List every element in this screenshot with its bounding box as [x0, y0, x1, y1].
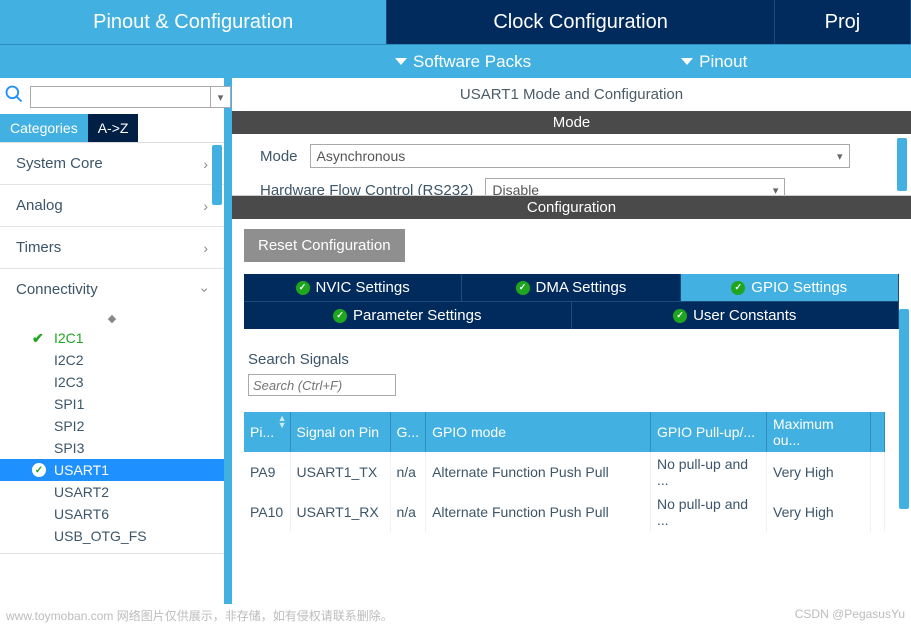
list-item-i2c1[interactable]: ✔I2C1 — [0, 327, 224, 349]
col-signal[interactable]: Signal on Pin — [290, 412, 390, 452]
search-dropdown-button[interactable]: ▾ — [210, 87, 230, 107]
col-pull[interactable]: GPIO Pull-up/... — [651, 412, 767, 452]
list-item-usart1[interactable]: ✓USART1 — [0, 459, 224, 481]
col-extra[interactable] — [871, 412, 885, 452]
check-icon: ✓ — [32, 463, 46, 477]
tab-user-constants[interactable]: ✓User Constants — [572, 301, 900, 329]
list-item-i2c3[interactable]: I2C3 — [0, 371, 224, 393]
chevron-down-icon: ▾ — [773, 184, 779, 197]
list-item-spi2[interactable]: SPI2 — [0, 415, 224, 437]
list-item-usart2[interactable]: USART2 — [0, 481, 224, 503]
connectivity-list: ◆ ✔I2C1 I2C2 I2C3 SPI1 SPI2 SPI3 ✓USART1… — [0, 310, 224, 553]
list-item-spi1[interactable]: SPI1 — [0, 393, 224, 415]
watermark-footer: www.toymoban.com 网络图片仅供展示，非存储，如有侵权请联系删除。… — [6, 607, 905, 624]
mode-select[interactable]: Asynchronous ▾ — [310, 144, 850, 168]
tab-clock-config[interactable]: Clock Configuration — [387, 0, 774, 44]
watermark-right: CSDN @PegasusYu — [795, 607, 905, 624]
tab-dma-settings[interactable]: ✓DMA Settings — [462, 274, 680, 301]
chevron-right-icon: › — [203, 240, 208, 256]
right-panel: USART1 Mode and Configuration Mode Mode … — [232, 78, 911, 604]
pinout-menu[interactable]: Pinout — [681, 52, 747, 72]
mode-select-value: Asynchronous — [317, 148, 406, 164]
config-scrollbar[interactable] — [899, 309, 909, 509]
tab-pinout-config[interactable]: Pinout & Configuration — [0, 0, 387, 44]
check-icon: ✓ — [673, 309, 687, 323]
group-system-core[interactable]: System Core› — [0, 143, 224, 184]
tab-a-to-z[interactable]: A->Z — [88, 114, 139, 142]
check-icon: ✓ — [731, 281, 745, 295]
left-panel: ▾ Categories A->Z System Core› Analog› T… — [0, 78, 232, 604]
search-signals-label: Search Signals — [248, 351, 899, 368]
col-pin[interactable]: Pi...▲▼ — [244, 412, 290, 452]
software-packs-label: Software Packs — [413, 52, 531, 72]
tab-project[interactable]: Proj — [775, 0, 911, 44]
mode-section-header: Mode — [232, 111, 911, 134]
col-gpio-out[interactable]: G... — [390, 412, 426, 452]
hw-flow-value: Disable — [492, 182, 539, 196]
check-icon: ✓ — [333, 309, 347, 323]
list-item-spi3[interactable]: SPI3 — [0, 437, 224, 459]
peripheral-search-input[interactable] — [31, 87, 210, 107]
check-icon: ✓ — [296, 281, 310, 295]
reset-configuration-button[interactable]: Reset Configuration — [244, 229, 405, 262]
collapse-icon[interactable]: ◆ — [0, 312, 224, 327]
tab-categories[interactable]: Categories — [0, 114, 88, 142]
list-item-usart6[interactable]: USART6 — [0, 503, 224, 525]
top-tabs: Pinout & Configuration Clock Configurati… — [0, 0, 911, 44]
check-icon: ✔ — [32, 330, 44, 347]
tab-nvic-settings[interactable]: ✓NVIC Settings — [244, 274, 462, 301]
search-icon[interactable] — [4, 84, 24, 110]
check-icon: ✓ — [516, 281, 530, 295]
table-row[interactable]: PA9 USART1_TX n/a Alternate Function Pus… — [244, 452, 885, 492]
chevron-down-icon — [681, 58, 693, 65]
search-signals-input[interactable] — [248, 374, 396, 396]
chevron-down-icon: › — [198, 287, 214, 292]
panel-title: USART1 Mode and Configuration — [232, 78, 911, 111]
list-item-usb-otg-fs[interactable]: USB_OTG_FS — [0, 525, 224, 547]
software-packs-menu[interactable]: Software Packs — [395, 52, 531, 72]
watermark-left: www.toymoban.com 网络图片仅供展示，非存储，如有侵权请联系删除。 — [6, 607, 393, 624]
chevron-right-icon: › — [203, 156, 208, 172]
peripheral-search-box: ▾ — [30, 86, 231, 108]
chevron-down-icon: ▾ — [837, 150, 843, 163]
config-section-header: Configuration — [232, 196, 911, 219]
list-item-i2c2[interactable]: I2C2 — [0, 349, 224, 371]
tab-gpio-settings[interactable]: ✓GPIO Settings — [681, 274, 899, 301]
mode-label: Mode — [260, 148, 298, 165]
tab-parameter-settings[interactable]: ✓Parameter Settings — [244, 301, 572, 329]
group-connectivity[interactable]: Connectivity› — [0, 269, 224, 310]
hw-flow-select[interactable]: Disable ▾ — [485, 178, 785, 196]
left-scrollbar[interactable] — [212, 145, 222, 205]
gpio-table: Pi...▲▼ Signal on Pin G... GPIO mode GPI… — [244, 412, 885, 532]
chevron-down-icon — [395, 58, 407, 65]
sub-toolbar: Software Packs Pinout — [0, 44, 911, 78]
group-analog[interactable]: Analog› — [0, 185, 224, 226]
mode-scrollbar[interactable] — [897, 138, 907, 191]
group-timers[interactable]: Timers› — [0, 227, 224, 268]
col-gpio-mode[interactable]: GPIO mode — [426, 412, 651, 452]
hw-flow-label: Hardware Flow Control (RS232) — [260, 182, 473, 197]
pinout-label: Pinout — [699, 52, 747, 72]
sort-icon: ▲▼ — [278, 415, 287, 429]
col-speed[interactable]: Maximum ou... — [767, 412, 871, 452]
chevron-right-icon: › — [203, 198, 208, 214]
table-row[interactable]: PA10 USART1_RX n/a Alternate Function Pu… — [244, 492, 885, 532]
